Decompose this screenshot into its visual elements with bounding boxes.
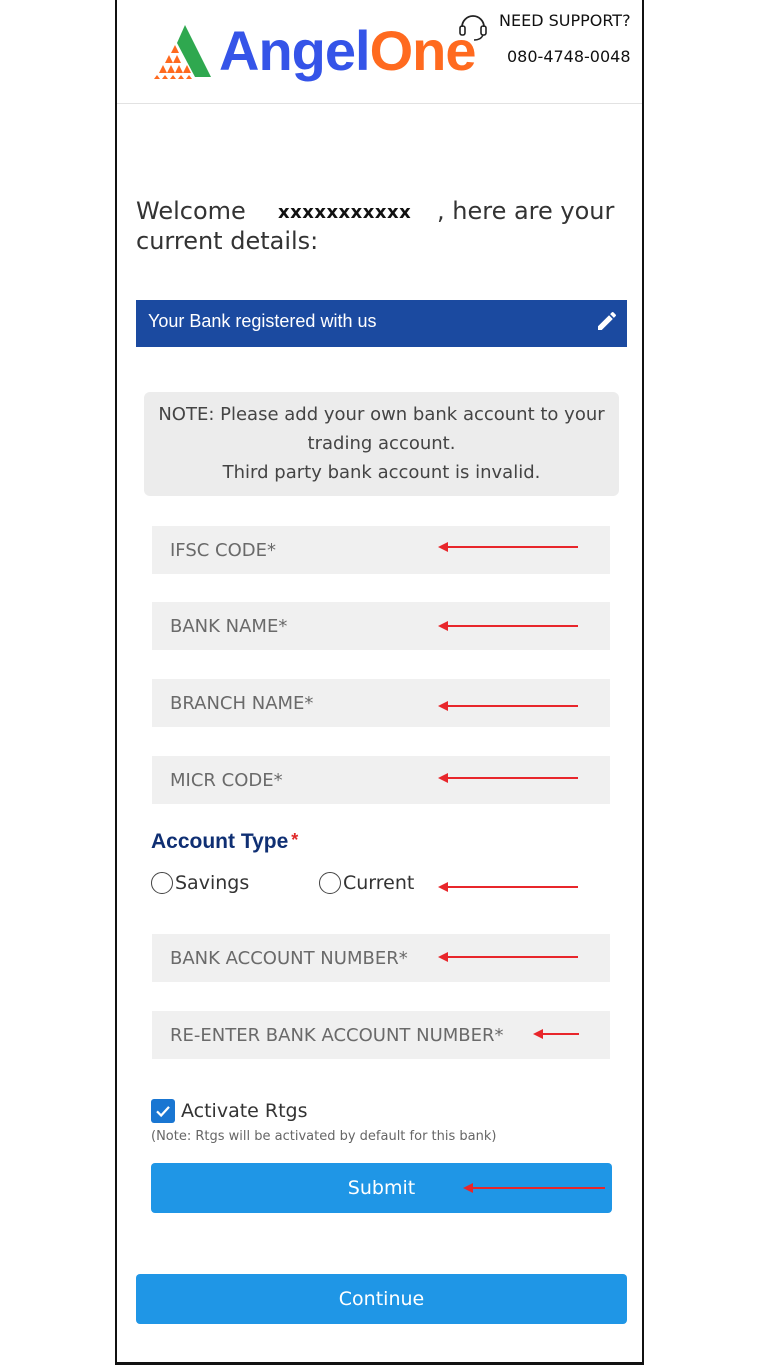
radio-savings[interactable]: Savings	[151, 872, 249, 894]
masked-user-name: xxxxxxxxxxx	[278, 202, 412, 223]
annotation-arrow-ifsc	[438, 542, 578, 552]
welcome-suffix: , here are your	[437, 197, 615, 225]
radio-current-label: Current	[343, 872, 415, 894]
radio-savings-circle[interactable]	[151, 872, 173, 894]
activate-rtgs-label: Activate Rtgs	[181, 1100, 308, 1122]
angelone-logo[interactable]: AngelOne	[153, 13, 476, 83]
note-line-3: Third party bank account is invalid.	[222, 462, 541, 483]
triangle-mosaic-logo-icon	[154, 25, 211, 79]
welcome-line2: current details:	[136, 227, 319, 255]
account-type-text: Account Type	[151, 830, 289, 853]
continue-button[interactable]: Continue	[136, 1274, 627, 1324]
bank-section-header: Your Bank registered with us	[136, 300, 627, 347]
rtgs-note: (Note: Rtgs will be activated by default…	[151, 1129, 497, 1144]
support-phone[interactable]: 080-4748-0048	[507, 47, 631, 66]
headset-icon[interactable]	[457, 9, 489, 41]
bank-note: NOTE: Please add your own bank account t…	[144, 392, 619, 496]
radio-current-circle[interactable]	[319, 872, 341, 894]
radio-savings-label: Savings	[175, 872, 250, 894]
annotation-arrow-bank-name	[438, 621, 578, 631]
annotation-arrow-account-type	[438, 882, 578, 892]
activate-rtgs-row[interactable]: Activate Rtgs	[151, 1099, 308, 1123]
welcome-prefix: Welcome	[136, 197, 246, 225]
note-line-2: trading account.	[307, 433, 456, 454]
app-header: AngelOne NEED SUPPORT? 080-4748-0048	[117, 3, 642, 104]
logo-wordmark: AngelOne	[219, 13, 476, 89]
annotation-arrow-account-number	[438, 952, 578, 962]
annotation-arrow-micr	[438, 773, 578, 783]
checkmark-icon	[156, 1106, 170, 1118]
note-line-1: NOTE: Please add your own bank account t…	[158, 404, 605, 425]
pencil-icon[interactable]	[595, 309, 619, 333]
annotation-arrow-submit	[463, 1183, 605, 1193]
activate-rtgs-checkbox[interactable]	[151, 1099, 175, 1123]
radio-current[interactable]: Current	[319, 872, 414, 894]
account-type-label: Account Type *	[151, 830, 298, 854]
logo-angel-text: Angel	[219, 19, 371, 82]
bank-section-title: Your Bank registered with us	[148, 311, 377, 331]
annotation-arrow-branch-name	[438, 701, 578, 711]
annotation-arrow-reenter-account	[533, 1029, 579, 1039]
required-mark: *	[291, 830, 299, 850]
support-title: NEED SUPPORT?	[499, 11, 631, 30]
